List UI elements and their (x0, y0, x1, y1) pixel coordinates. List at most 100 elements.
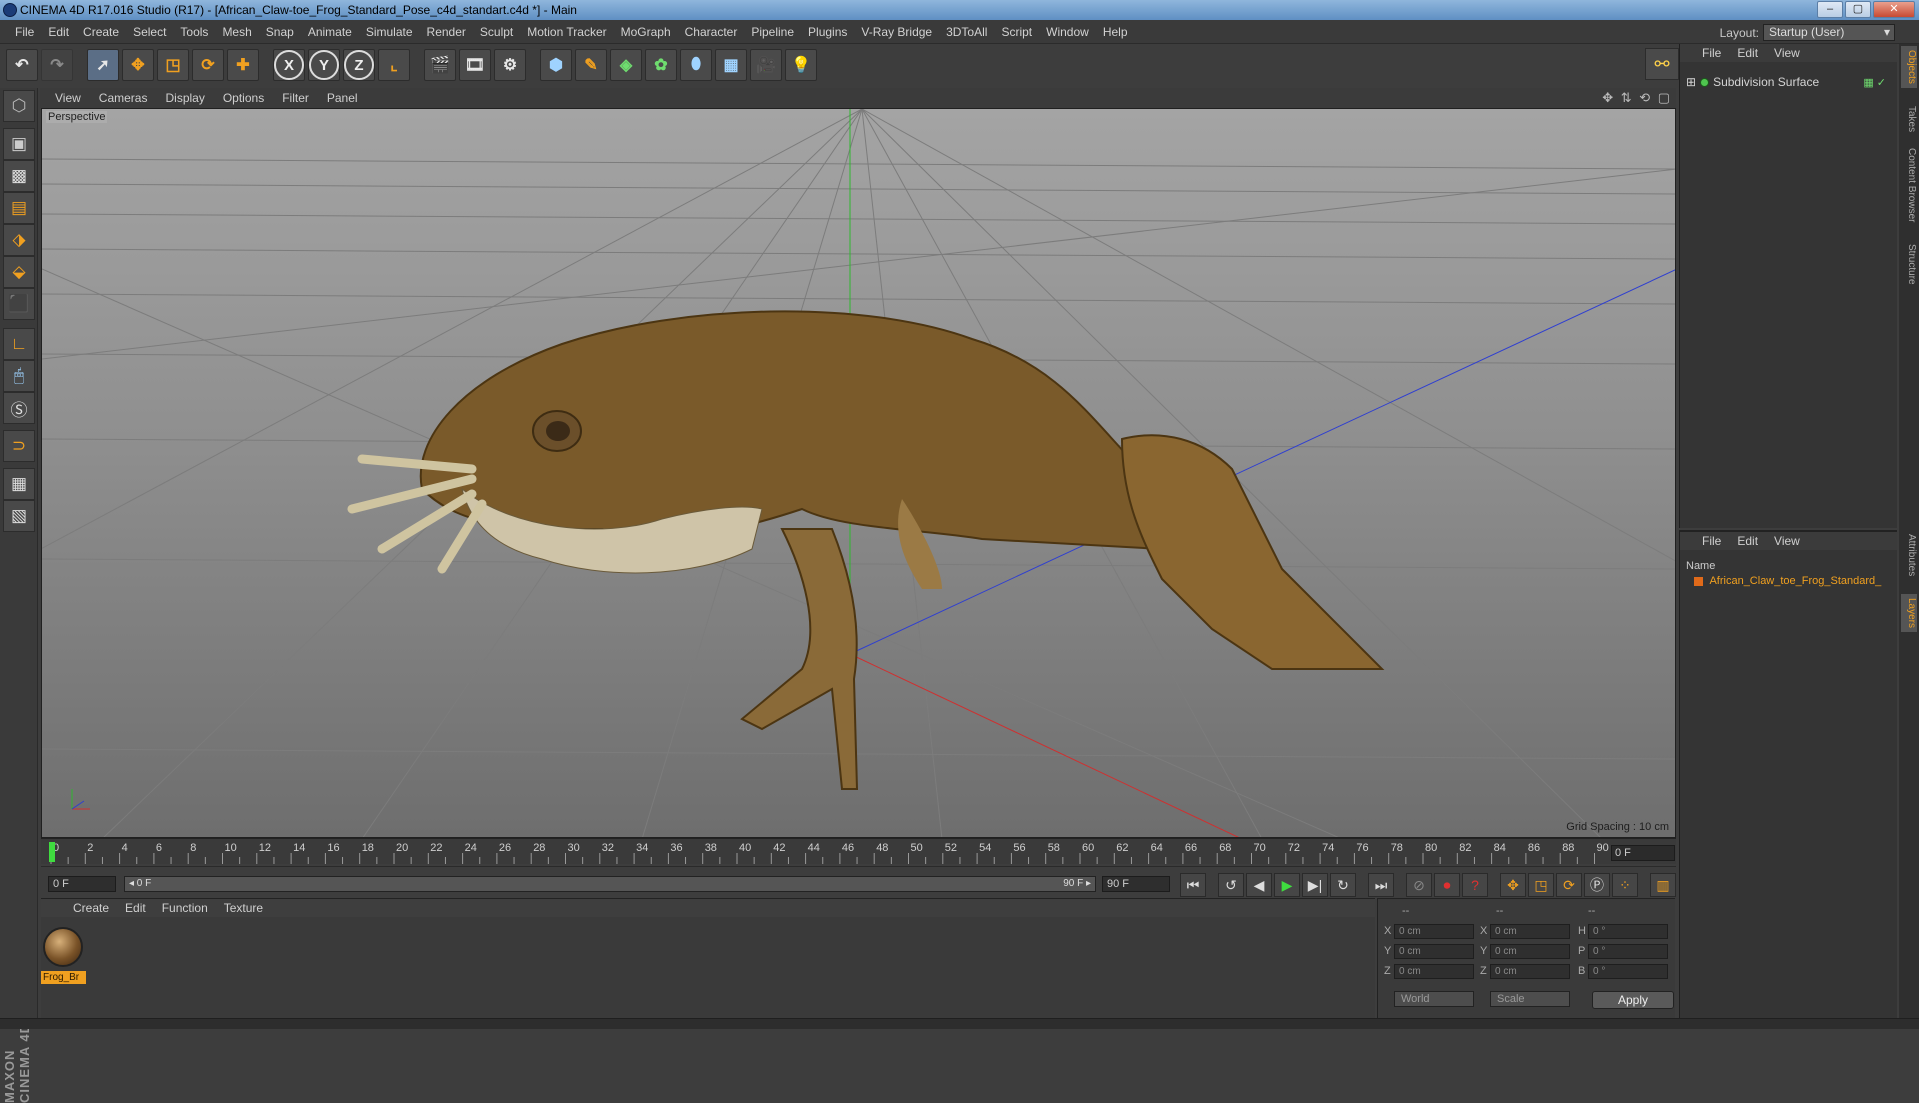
object-row-subdivision-surface[interactable]: ⊞ Subdivision Surface ▦ ✓ (1686, 74, 1886, 90)
y-axis-lock-icon[interactable]: Y (308, 49, 340, 81)
frame-range-slider[interactable]: ◂ 0 F 90 F ▸ (124, 876, 1096, 892)
viewport-menu-display[interactable]: Display (156, 91, 213, 105)
menu-mograph[interactable]: MoGraph (614, 25, 678, 39)
material-menu-texture[interactable]: Texture (216, 901, 271, 915)
workplane-mode-icon[interactable]: ▤ (3, 192, 35, 224)
material-menu-edit[interactable]: Edit (117, 901, 154, 915)
layer-menu-view[interactable]: View (1766, 534, 1808, 548)
previous-frame-icon[interactable]: ◀ (1246, 873, 1272, 897)
menu-help[interactable]: Help (1096, 25, 1135, 39)
coordinate-mode-dropdown[interactable]: World (1394, 991, 1474, 1007)
viewport-menu-options[interactable]: Options (214, 91, 273, 105)
snap-icon[interactable]: Ⓢ (3, 392, 35, 424)
size-z-field[interactable]: 0 cm (1490, 964, 1570, 979)
layout-dropdown[interactable]: Startup (User) (1763, 24, 1895, 41)
python-icon[interactable]: ⚯ (1645, 48, 1679, 80)
floor-object-icon[interactable]: ▦ (715, 49, 747, 81)
live-select-icon[interactable]: ➚ (87, 49, 119, 81)
camera-icon[interactable]: 🎥 (750, 49, 782, 81)
rotate-tool-icon[interactable]: ⟳ (192, 49, 224, 81)
menu-snap[interactable]: Snap (259, 25, 301, 39)
key-rotation-icon[interactable]: ⟳ (1556, 873, 1582, 897)
rotation-p-field[interactable]: 0 ° (1588, 944, 1668, 959)
position-x-field[interactable]: 0 cm (1394, 924, 1474, 939)
tab-layers[interactable]: Layers (1901, 594, 1917, 633)
menu-simulate[interactable]: Simulate (359, 25, 420, 39)
expand-icon[interactable]: ⊞ (1686, 75, 1696, 89)
deformer-icon[interactable]: ⬮ (680, 49, 712, 81)
tab-content-browser[interactable]: Content Browser (1901, 144, 1917, 226)
timeline-window-icon[interactable]: ▥ (1650, 873, 1676, 897)
size-mode-dropdown[interactable]: Scale (1490, 991, 1570, 1007)
menu-tools[interactable]: Tools (173, 25, 215, 39)
tab-objects[interactable]: Objects (1901, 46, 1917, 88)
viewport-menu-cameras[interactable]: Cameras (90, 91, 157, 105)
viewport-menu-filter[interactable]: Filter (273, 91, 318, 105)
model-mode-icon[interactable]: ▣ (3, 128, 35, 160)
3d-viewport[interactable]: Perspective Grid Spacing : 10 cm (41, 108, 1676, 838)
viewport-menu-view[interactable]: View (46, 91, 90, 105)
size-y-field[interactable]: 0 cm (1490, 944, 1570, 959)
apply-button[interactable]: Apply (1592, 991, 1674, 1009)
menu-animate[interactable]: Animate (301, 25, 359, 39)
play-icon[interactable]: ▶ (1274, 873, 1300, 897)
menu-file[interactable]: File (8, 25, 41, 39)
tab-attributes[interactable]: Attributes (1901, 530, 1917, 580)
menu-window[interactable]: Window (1039, 25, 1096, 39)
rotation-h-field[interactable]: 0 ° (1588, 924, 1668, 939)
minimize-button[interactable]: – (1817, 1, 1843, 18)
object-menu-file[interactable]: File (1694, 46, 1729, 60)
subdivision-surface-icon[interactable]: ◈ (610, 49, 642, 81)
layer-row[interactable]: African_Claw_toe_Frog_Standard_ (1694, 575, 1894, 587)
object-menu-view[interactable]: View (1766, 46, 1808, 60)
z-axis-lock-icon[interactable]: Z (343, 49, 375, 81)
menu-motion-tracker[interactable]: Motion Tracker (520, 25, 613, 39)
key-scale-icon[interactable]: ◳ (1528, 873, 1554, 897)
key-pla-icon[interactable]: ⁘ (1612, 873, 1638, 897)
redo-icon[interactable]: ↷ (41, 49, 73, 81)
position-z-field[interactable]: 0 cm (1394, 964, 1474, 979)
start-frame-field[interactable]: 0 F (48, 876, 116, 892)
maximize-button[interactable]: ▢ (1845, 1, 1871, 18)
pen-spline-icon[interactable]: ✎ (575, 49, 607, 81)
light-icon[interactable]: 💡 (785, 49, 817, 81)
playhead[interactable] (49, 842, 55, 862)
points-mode-icon[interactable]: ⬗ (3, 224, 35, 256)
x-axis-lock-icon[interactable]: X (273, 49, 305, 81)
layer-menu-file[interactable]: File (1694, 534, 1729, 548)
close-button[interactable]: ✕ (1873, 1, 1915, 18)
menu-render[interactable]: Render (420, 25, 473, 39)
layer-name[interactable]: African_Claw_toe_Frog_Standard_ (1709, 575, 1881, 587)
render-settings-icon[interactable]: ⚙ (494, 49, 526, 81)
position-y-field[interactable]: 0 cm (1394, 944, 1474, 959)
layer-menu-edit[interactable]: Edit (1729, 534, 1766, 548)
workplane-lock-icon[interactable]: ▦ (3, 468, 35, 500)
autokey-icon[interactable]: ? (1462, 873, 1488, 897)
menu-character[interactable]: Character (678, 25, 745, 39)
cube-object-icon[interactable]: ⬢ (540, 49, 572, 81)
menu-mesh[interactable]: Mesh (215, 25, 258, 39)
planar-workplane-icon[interactable]: ▧ (3, 500, 35, 532)
previous-key-icon[interactable]: ↺ (1218, 873, 1244, 897)
menu-sculpt[interactable]: Sculpt (473, 25, 520, 39)
menu-vray-bridge[interactable]: V-Ray Bridge (854, 25, 939, 39)
tab-takes[interactable]: Takes (1901, 102, 1917, 136)
axis-mode-icon[interactable]: ∟ (3, 328, 35, 360)
menu-select[interactable]: Select (126, 25, 173, 39)
size-x-field[interactable]: 0 cm (1490, 924, 1570, 939)
material-thumbnail[interactable] (43, 927, 83, 967)
key-position-icon[interactable]: ✥ (1500, 873, 1526, 897)
object-name[interactable]: Subdivision Surface (1713, 75, 1819, 89)
render-picture-viewer-icon[interactable]: 🎞 (459, 49, 491, 81)
scale-tool-icon[interactable]: ◳ (157, 49, 189, 81)
menu-create[interactable]: Create (76, 25, 126, 39)
next-key-icon[interactable]: ↻ (1330, 873, 1356, 897)
viewport-navigation-icons[interactable]: ✥ ⇅ ⟲ ▢ (1602, 90, 1672, 106)
timeline-ruler[interactable]: 0 2 4 6 8 10 12 14 16 18 20 22 24 26 28 30 32 34 36 38 40 42 4… (41, 838, 1676, 864)
menu-pipeline[interactable]: Pipeline (744, 25, 801, 39)
tweak-mode-icon[interactable]: 🖱 (3, 360, 35, 392)
material-menu-function[interactable]: Function (154, 901, 216, 915)
menu-3dtoall[interactable]: 3DToAll (939, 25, 994, 39)
material-name[interactable]: Frog_Br (41, 971, 86, 984)
make-editable-icon[interactable]: ⬡ (3, 90, 35, 122)
